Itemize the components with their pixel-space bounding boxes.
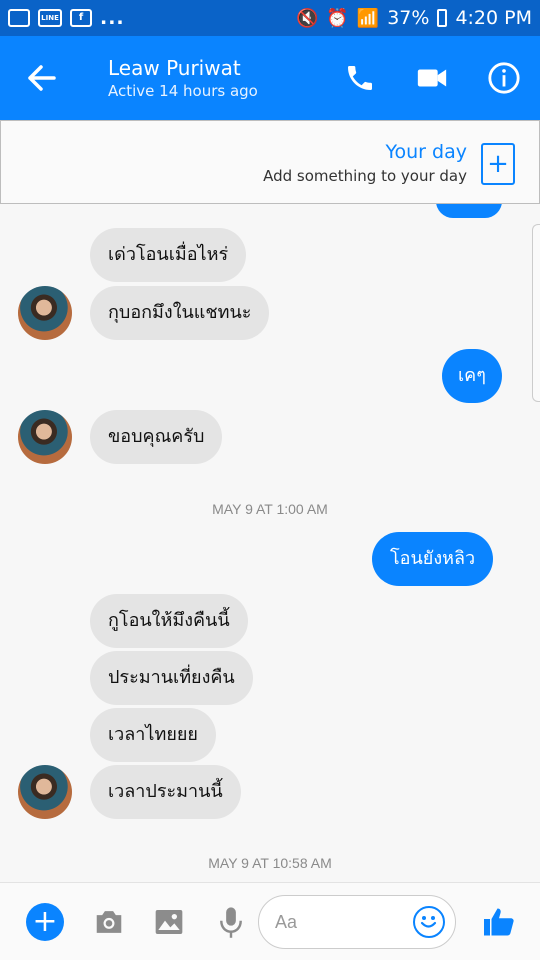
message-bubble-incoming[interactable]: เวลาประมานนี้ (90, 765, 241, 819)
info-icon (488, 62, 520, 94)
gallery-button[interactable] (150, 903, 188, 941)
message-bubble-incoming[interactable]: เวลาไทยยย (90, 708, 216, 762)
thumbs-up-icon (484, 908, 514, 936)
conversation-header: Leaw Puriwat Active 14 hours ago (0, 36, 540, 120)
contact-avatar[interactable] (18, 410, 72, 464)
message-bubble-incoming[interactable]: ประมานเที่ยงคืน (90, 651, 253, 705)
line-app-icon: LINE (38, 9, 62, 27)
emoji-button[interactable] (413, 906, 445, 938)
wifi-icon: 📶 (356, 7, 380, 29)
your-day-subtitle: Add something to your day (263, 167, 467, 185)
status-bar: LINE f ... 🔇 ⏰ 📶 37% 4:20 PM (0, 0, 540, 36)
video-camera-icon (417, 69, 447, 87)
contact-name: Leaw Puriwat (108, 56, 241, 80)
alarm-icon: ⏰ (326, 7, 349, 29)
plus-icon: + (487, 149, 509, 179)
scroll-indicator[interactable] (532, 224, 540, 402)
your-day-banner[interactable]: Your day Add something to your day + (0, 120, 540, 204)
message-bubble-outgoing[interactable]: โอนยังหลิว (372, 532, 494, 586)
like-button[interactable] (480, 903, 518, 941)
message-bubble-incoming[interactable]: กูโอนให้มึงคืนนี้ (90, 594, 248, 648)
battery-icon (437, 9, 448, 27)
back-button[interactable] (24, 56, 60, 100)
contact-avatar[interactable] (18, 286, 72, 340)
voice-message-button[interactable] (212, 903, 250, 941)
contact-info[interactable]: Leaw Puriwat Active 14 hours ago (108, 56, 258, 102)
your-day-title: Your day (385, 141, 467, 163)
message-bubble-incoming[interactable]: กุบอกมึงในแชทนะ (90, 286, 270, 340)
phone-icon (348, 66, 372, 90)
status-bar-left: LINE f ... (8, 7, 125, 29)
back-arrow-icon (28, 65, 56, 91)
plus-icon: + (32, 904, 58, 939)
message-composer: + (0, 882, 540, 960)
clock: 4:20 PM (455, 7, 532, 29)
battery-percent: 37% (387, 7, 430, 29)
smiley-icon (420, 916, 437, 928)
info-button[interactable] (484, 58, 524, 98)
more-notifications-indicator: ... (100, 7, 125, 29)
contact-avatar[interactable] (18, 765, 72, 819)
message-bubble-incoming[interactable]: ขอบคุณครับ (90, 410, 223, 464)
message-input[interactable] (275, 908, 405, 936)
timestamp-divider: MAY 9 AT 1:00 AM (212, 501, 328, 517)
more-actions-button[interactable]: + (26, 903, 64, 941)
message-thread[interactable]: เด่วโอนเมื่อไหร่ กุบอกมึงในแชทนะ เคๆ ขอบ… (0, 204, 540, 882)
message-input-container[interactable] (258, 895, 456, 949)
timestamp-divider: MAY 9 AT 10:58 AM (208, 855, 332, 871)
camera-icon (96, 911, 122, 933)
message-bubble-incoming[interactable]: เด่วโอนเมื่อไหร่ (90, 228, 247, 282)
camera-button[interactable] (90, 903, 128, 941)
status-bar-right: 🔇 ⏰ 📶 37% 4:20 PM (296, 7, 532, 29)
voice-call-button[interactable] (340, 58, 380, 98)
active-status: Active 14 hours ago (108, 82, 258, 100)
facebook-icon: f (70, 9, 92, 27)
mute-icon: 🔇 (295, 7, 319, 29)
message-bubble-outgoing[interactable]: เคๆ (442, 349, 502, 403)
microphone-icon (220, 907, 242, 938)
image-icon (155, 910, 183, 934)
message-bubble-outgoing-partial (436, 204, 502, 218)
gallery-notification-icon (8, 9, 30, 27)
video-call-button[interactable] (412, 58, 452, 98)
add-to-day-button[interactable]: + (481, 143, 515, 185)
